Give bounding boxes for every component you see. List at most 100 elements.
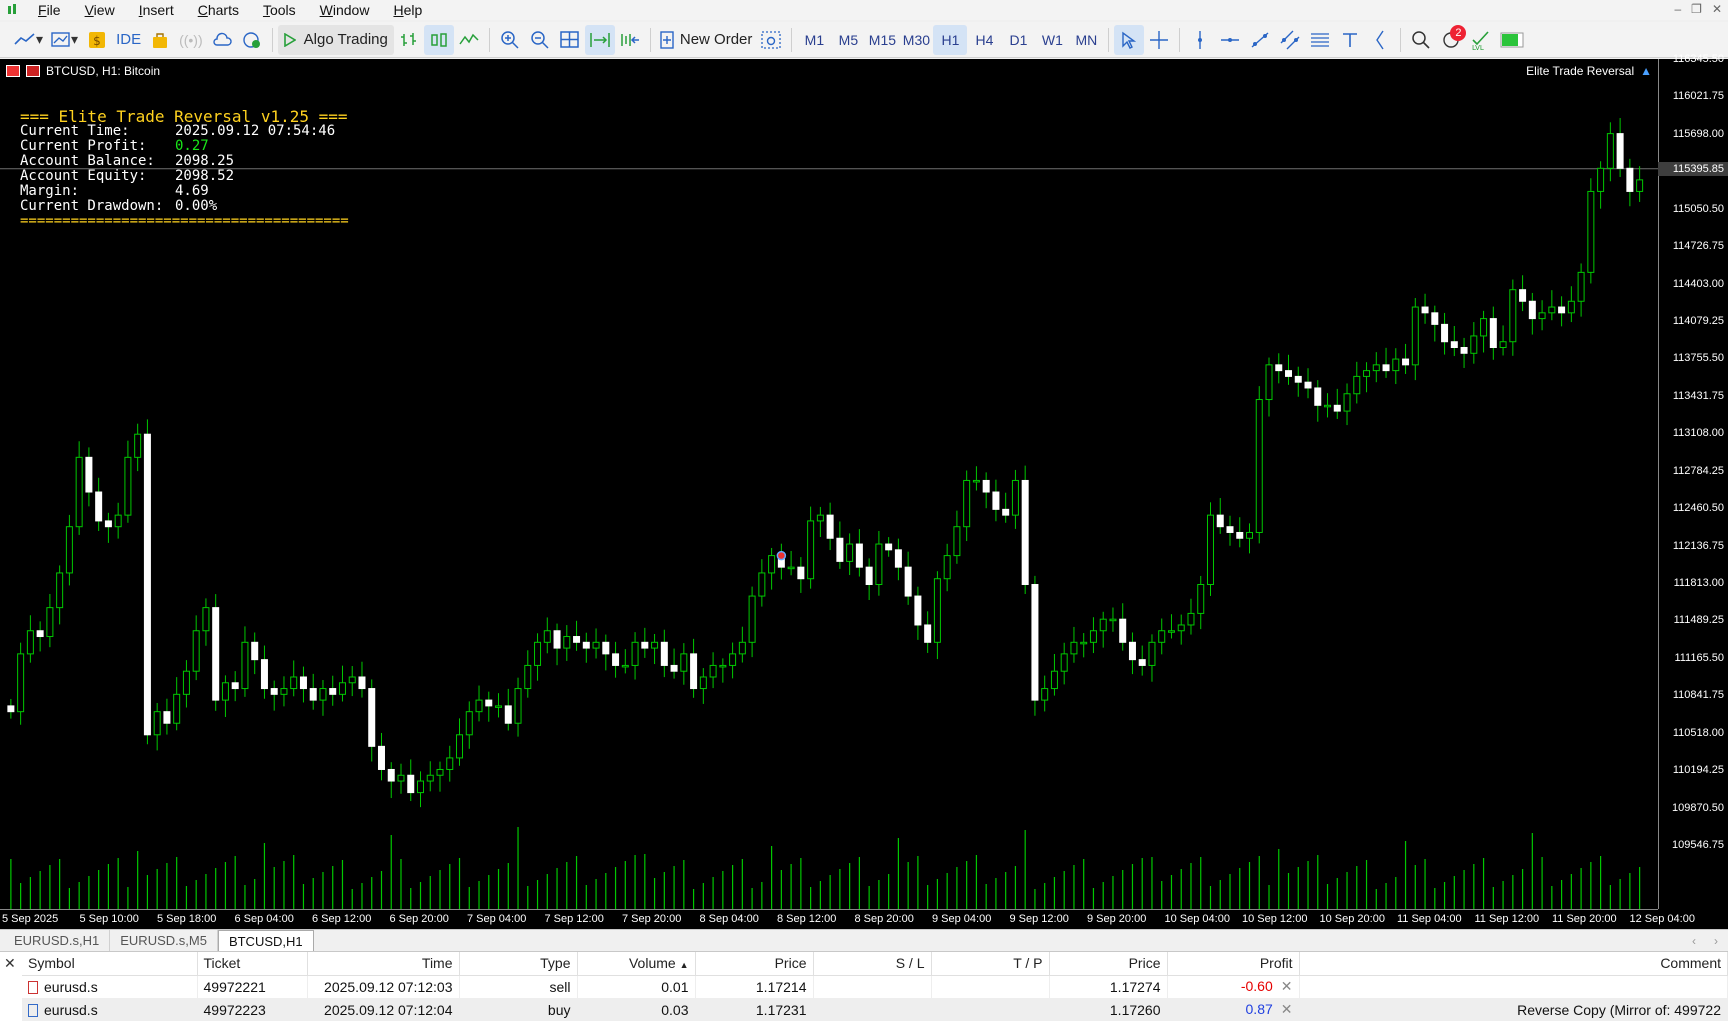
candle <box>26 615 34 663</box>
table-row[interactable]: eurusd.s 49972223 2025.09.12 07:12:04 bu… <box>22 998 1728 1021</box>
menu-tools[interactable]: Tools <box>251 0 308 20</box>
candle <box>1099 611 1107 648</box>
candle <box>1158 618 1166 655</box>
close-window-icon[interactable]: ✕ <box>1712 2 1722 16</box>
candle <box>855 529 863 577</box>
screenshot-icon[interactable] <box>756 25 786 55</box>
bar-chart-type-icon[interactable] <box>394 25 424 55</box>
candle <box>260 645 268 699</box>
timeframe-h4[interactable]: H4 <box>967 25 1001 55</box>
trade-panel: ✕ Symbol Ticket Time Type Volume ▲ Price… <box>0 951 1728 1027</box>
cursor-icon[interactable] <box>1114 24 1145 55</box>
tab-eurusd-h1[interactable]: EURUSD.s,H1 <box>4 930 111 951</box>
candle <box>1148 634 1156 682</box>
tile-windows-icon[interactable] <box>555 25 585 55</box>
col-profit[interactable]: Profit <box>1167 952 1300 976</box>
candle <box>1567 286 1575 323</box>
timeframe-m5[interactable]: M5 <box>831 25 865 55</box>
candle <box>758 559 766 607</box>
timeframe-w1[interactable]: W1 <box>1035 25 1069 55</box>
vertical-line-icon[interactable] <box>1185 25 1215 55</box>
menu-insert[interactable]: Insert <box>127 0 186 20</box>
candle <box>251 632 259 675</box>
new-order-button[interactable]: New Order <box>656 25 757 55</box>
dollar-icon[interactable]: $ <box>82 25 112 55</box>
col-time[interactable]: Time <box>307 952 460 976</box>
candle <box>846 533 854 576</box>
trade-marker-icon[interactable] <box>776 550 787 561</box>
trend-line-icon[interactable] <box>1245 25 1275 55</box>
timeframe-m1[interactable]: M1 <box>797 25 831 55</box>
ide-button[interactable]: IDE <box>112 25 145 55</box>
shapes-icon[interactable] <box>1365 25 1395 55</box>
search-icon[interactable] <box>1406 25 1436 55</box>
col-ticket[interactable]: Ticket <box>197 952 308 976</box>
col-tp[interactable]: T / P <box>931 952 1050 976</box>
close-position-icon[interactable]: ✕ <box>1281 1001 1293 1017</box>
candle <box>485 691 493 722</box>
price-axis[interactable]: 116345.50 116021.75 115698.00 115395.85 1150… <box>1658 53 1728 909</box>
candle <box>1138 645 1146 676</box>
zoom-in-icon[interactable] <box>495 25 525 55</box>
expert-advisor-label[interactable]: Elite Trade Reversal ▲ <box>1526 64 1652 78</box>
market-bag-icon[interactable] <box>145 25 175 55</box>
candle <box>1275 353 1283 384</box>
channel-icon[interactable] <box>1275 25 1305 55</box>
fibonacci-icon[interactable] <box>1305 25 1335 55</box>
menu-charts[interactable]: Charts <box>186 0 251 20</box>
tab-btcusd-h1[interactable]: BTCUSD,H1 <box>217 930 314 951</box>
col-price[interactable]: Price <box>695 952 814 976</box>
chart-window[interactable]: BTCUSD, H1: Bitcoin Elite Trade Reversal… <box>0 53 1728 929</box>
col-sl[interactable]: S / L <box>813 952 932 976</box>
candle <box>1421 293 1429 324</box>
candle <box>748 586 756 658</box>
timeframe-m30[interactable]: M30 <box>899 25 933 55</box>
candle <box>329 675 337 706</box>
vps-icon[interactable] <box>237 25 267 55</box>
col-symbol[interactable]: Symbol <box>22 952 198 976</box>
text-tool-icon[interactable] <box>1335 25 1365 55</box>
scroll-left-icon[interactable]: ‹ <box>1692 934 1696 948</box>
col-volume[interactable]: Volume ▲ <box>577 952 696 976</box>
level-icon[interactable]: LVL <box>1466 25 1496 55</box>
col-type[interactable]: Type <box>459 952 578 976</box>
svg-text:LVL: LVL <box>1472 44 1484 50</box>
chart-shift-icon[interactable] <box>615 25 645 55</box>
candlestick-type-icon[interactable] <box>423 24 454 55</box>
menu-window[interactable]: Window <box>308 0 382 20</box>
crosshair-icon[interactable] <box>1144 25 1174 55</box>
col-current-price[interactable]: Price <box>1049 952 1168 976</box>
time-axis[interactable]: 5 Sep 2025 5 Sep 10:00 5 Sep 18:00 6 Sep 04… <box>0 909 1695 929</box>
col-comment[interactable]: Comment <box>1299 952 1728 976</box>
chart-template-icon[interactable]: ▾ <box>47 25 82 55</box>
restore-icon[interactable]: ❐ <box>1691 2 1702 16</box>
timeframe-m15[interactable]: M15 <box>865 25 899 55</box>
line-type-icon[interactable] <box>454 25 484 55</box>
line-chart-icon[interactable]: ▾ <box>10 25 47 55</box>
close-position-icon[interactable]: ✕ <box>1281 978 1293 994</box>
candle <box>173 677 181 731</box>
menu-view[interactable]: View <box>73 0 127 20</box>
menu-help[interactable]: Help <box>381 0 434 20</box>
timeframe-d1[interactable]: D1 <box>1001 25 1035 55</box>
algo-trading-button[interactable]: Algo Trading <box>277 24 394 55</box>
cloud-icon[interactable] <box>207 25 237 55</box>
menu-file[interactable]: File <box>26 0 73 20</box>
candle <box>953 510 961 564</box>
candle <box>1353 361 1361 404</box>
notifications-icon[interactable]: 2 <box>1436 24 1467 55</box>
table-row[interactable]: eurusd.s 49972221 2025.09.12 07:12:03 se… <box>22 975 1728 998</box>
candle <box>1343 383 1351 426</box>
minimize-icon[interactable]: – <box>1674 2 1681 16</box>
close-panel-icon[interactable]: ✕ <box>4 955 16 972</box>
horizontal-line-icon[interactable] <box>1215 25 1245 55</box>
scroll-right-icon[interactable]: › <box>1714 934 1718 948</box>
timeframe-mn[interactable]: MN <box>1069 25 1103 55</box>
zoom-out-icon[interactable] <box>525 25 555 55</box>
signal-icon[interactable]: ((•)) <box>175 25 207 55</box>
tab-eurusd-m5[interactable]: EURUSD.s,M5 <box>110 930 218 951</box>
autoscroll-icon[interactable] <box>584 24 615 55</box>
candle <box>1197 575 1205 630</box>
timeframe-h1[interactable]: H1 <box>933 24 968 55</box>
candle <box>797 557 805 593</box>
